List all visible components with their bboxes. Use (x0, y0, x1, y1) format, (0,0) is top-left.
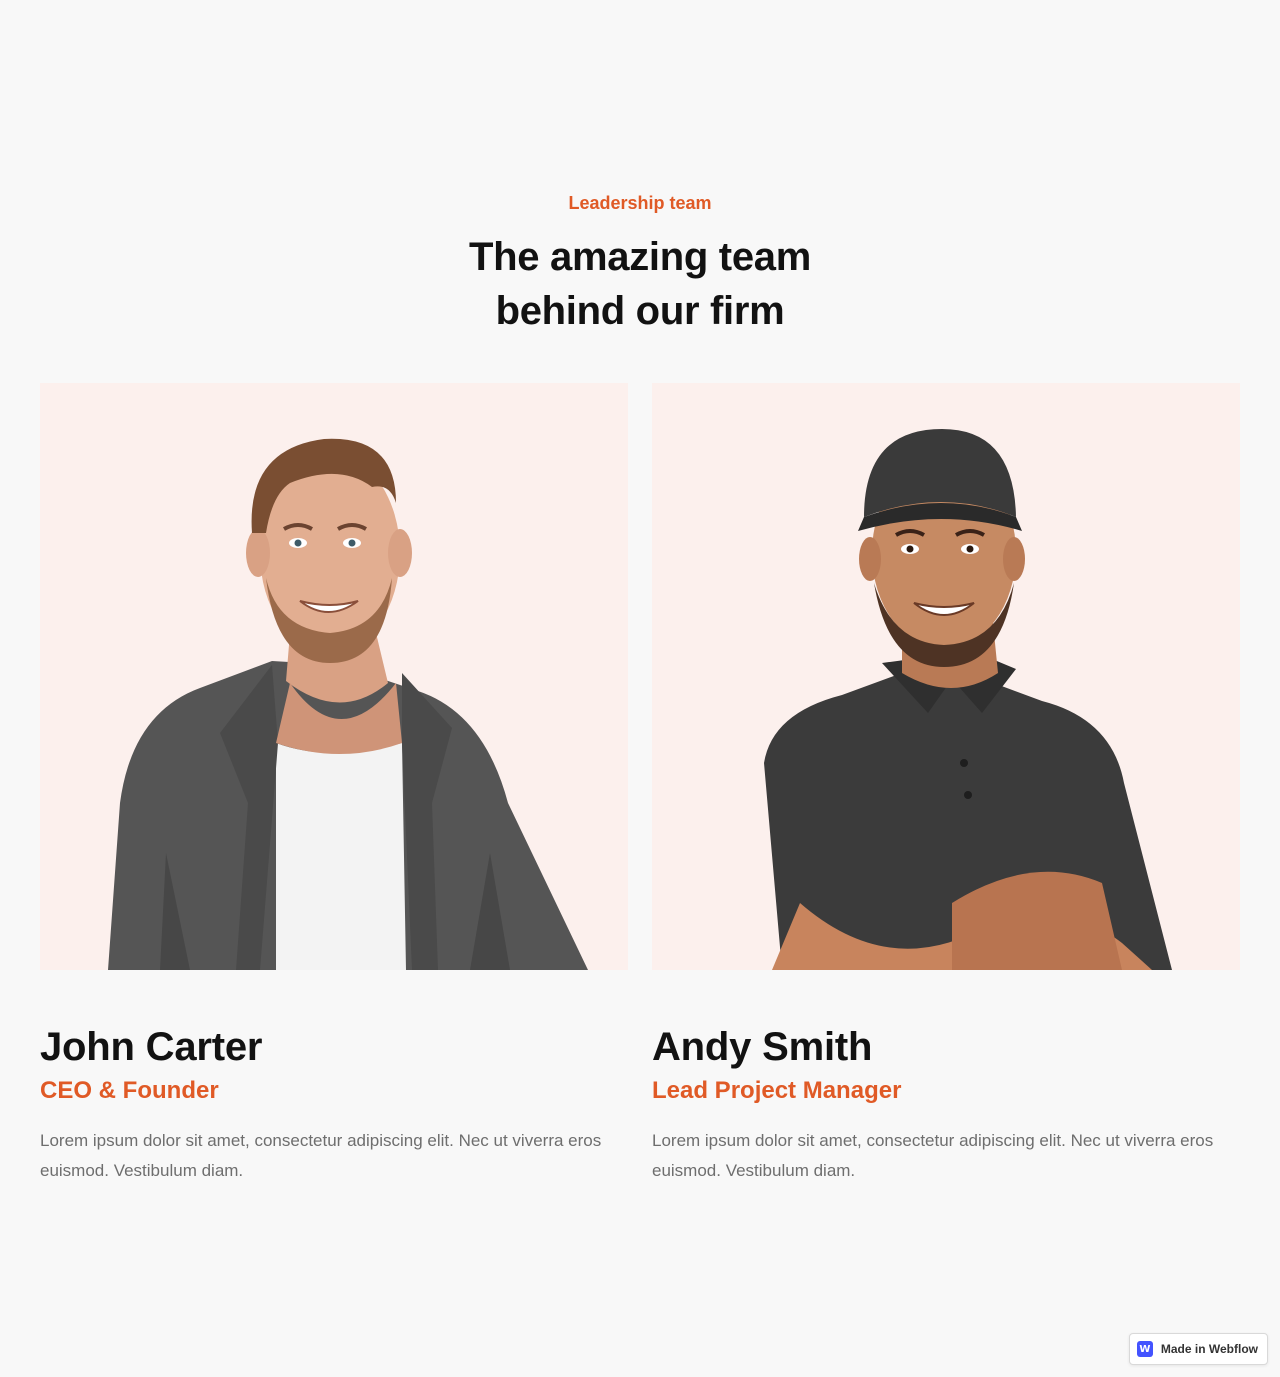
team-member-name: Andy Smith (652, 1025, 873, 1069)
team-card-john-carter: John Carter CEO & Founder Lorem ipsum do… (40, 383, 628, 1180)
team-card-andy-smith: Andy Smith Lead Project Manager Lorem ip… (652, 383, 1240, 1180)
portrait-illustration-john-carter (108, 438, 588, 970)
team-member-bio: Lorem ipsum dolor sit amet, consectetur … (652, 1131, 1214, 1180)
section-heading-line-2: behind our firm (495, 289, 785, 333)
section-heading: The amazing team behind our firm (40, 230, 1240, 338)
team-member-bio: Lorem ipsum dolor sit amet, consectetur … (40, 1131, 602, 1180)
section-eyebrow: Leadership team (568, 193, 712, 213)
section-heading-line-1: The amazing team (469, 235, 811, 279)
team-member-photo (652, 383, 1240, 970)
portrait-illustration-andy-smith (764, 429, 1172, 970)
badge-label: Made in Webflow (1160, 1342, 1258, 1356)
webflow-logo-icon: W (1136, 1341, 1153, 1357)
team-member-role: Lead Project Manager (652, 1077, 902, 1104)
team-member-photo (40, 383, 628, 970)
team-member-role: CEO & Founder (40, 1077, 219, 1104)
team-member-name: John Carter (40, 1025, 263, 1069)
made-in-webflow-badge[interactable]: W Made in Webflow (1128, 1333, 1268, 1365)
